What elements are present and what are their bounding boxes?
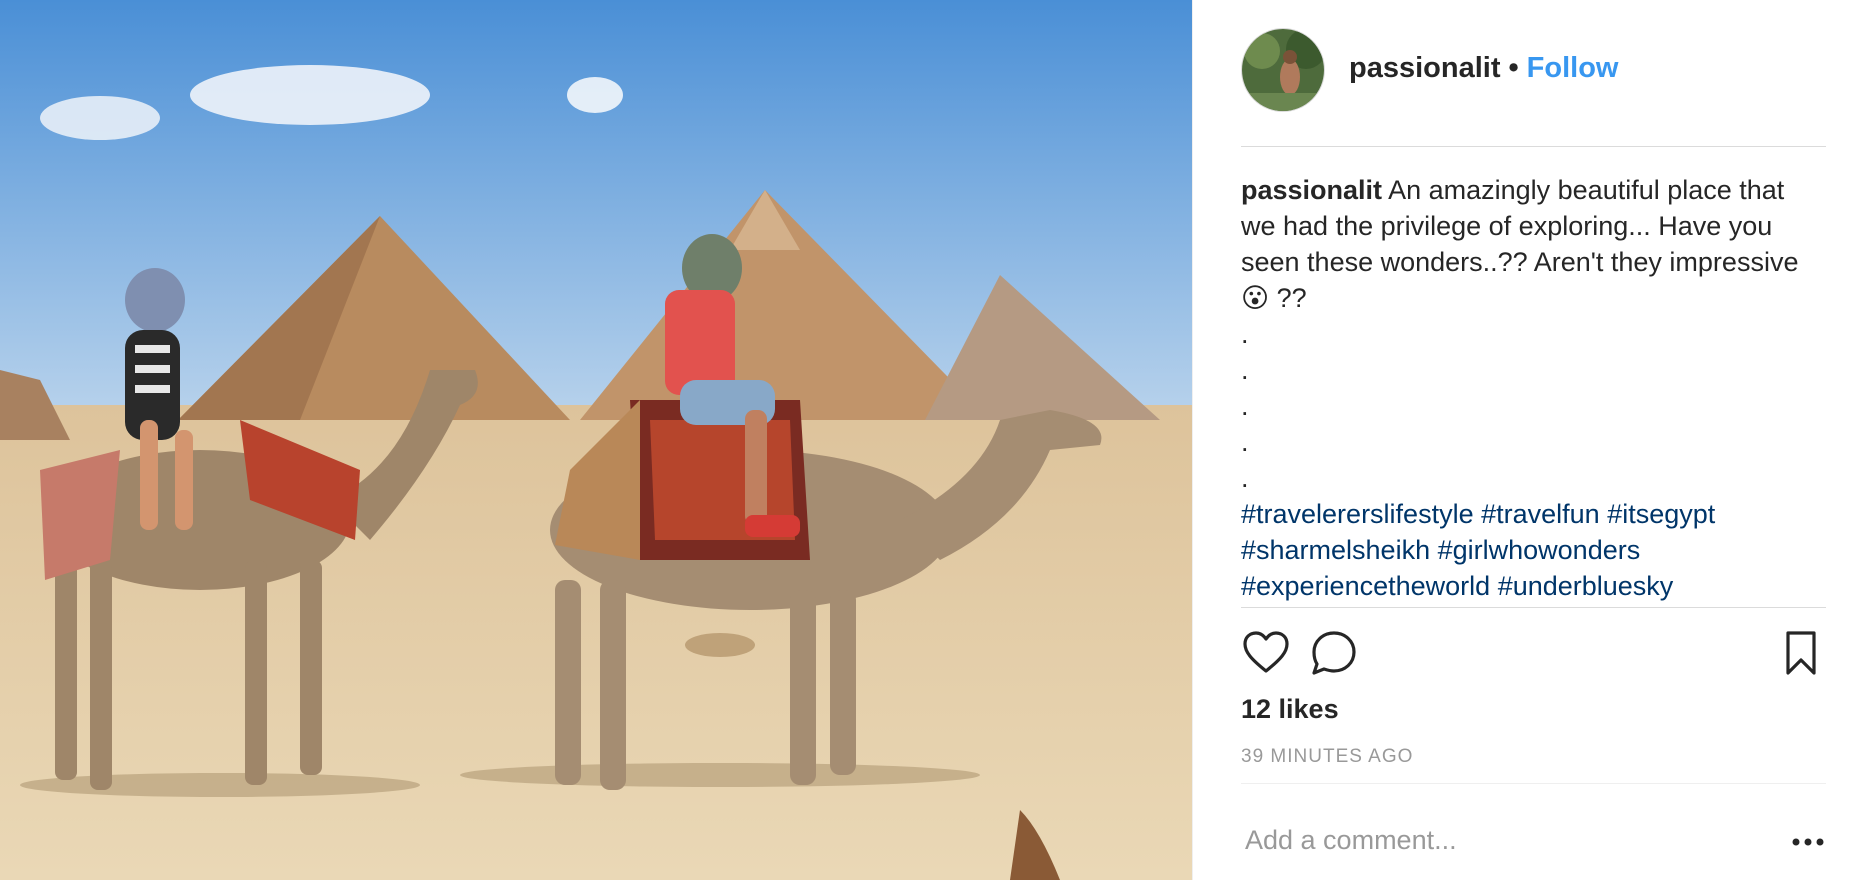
avatar[interactable] xyxy=(1241,28,1325,112)
egypt-pyramids-camels-photo xyxy=(0,0,1192,880)
follow-button[interactable]: Follow xyxy=(1527,52,1619,85)
caption-dot: . xyxy=(1241,391,1249,421)
caption-dots: . . . . . xyxy=(1241,316,1801,496)
comment-divider xyxy=(1241,783,1826,784)
heart-icon[interactable] xyxy=(1241,628,1291,678)
post-timestamp[interactable]: 39 MINUTES AGO xyxy=(1241,746,1413,768)
likes-count[interactable]: 12 likes xyxy=(1241,694,1339,725)
avatar-image xyxy=(1242,29,1324,111)
action-bar xyxy=(1241,628,1826,678)
comment-form xyxy=(1241,815,1826,865)
more-options-icon[interactable] xyxy=(1790,835,1826,847)
hashtags: #travelererslifestyle #travelfun #itsegy… xyxy=(1241,496,1801,604)
post-caption: passionalit An amazingly beautiful place… xyxy=(1241,172,1801,604)
hashtag-link[interactable]: #travelfun xyxy=(1481,499,1600,529)
comment-icon[interactable] xyxy=(1309,628,1359,678)
separator-dot: • xyxy=(1508,52,1519,84)
bookmark-icon[interactable] xyxy=(1776,628,1826,678)
post-header: passionalit • Follow xyxy=(1241,28,1826,147)
comment-input[interactable] xyxy=(1241,815,1765,865)
hashtag-link[interactable]: #girlwhowonders xyxy=(1438,535,1641,565)
post-details-panel: passionalit • Follow passionalit An amaz… xyxy=(1192,0,1852,880)
header-user-line: passionalit • Follow xyxy=(1349,52,1618,85)
caption-username[interactable]: passionalit xyxy=(1241,175,1382,205)
hashtag-link[interactable]: #travelererslifestyle xyxy=(1241,499,1474,529)
caption-dot: . xyxy=(1241,427,1249,457)
actions-divider xyxy=(1241,607,1826,608)
post-photo[interactable] xyxy=(0,0,1192,880)
username-link[interactable]: passionalit xyxy=(1349,52,1501,85)
hashtag-link[interactable]: #sharmelsheikh xyxy=(1241,535,1430,565)
hashtag-link[interactable]: #experiencetheworld xyxy=(1241,571,1490,601)
caption-body: passionalit An amazingly beautiful place… xyxy=(1241,172,1801,316)
hashtag-link[interactable]: #underbluesky xyxy=(1498,571,1674,601)
caption-dot: . xyxy=(1241,355,1249,385)
caption-dot: . xyxy=(1241,319,1249,349)
caption-dot: . xyxy=(1241,463,1249,493)
hashtag-link[interactable]: #itsegypt xyxy=(1607,499,1715,529)
